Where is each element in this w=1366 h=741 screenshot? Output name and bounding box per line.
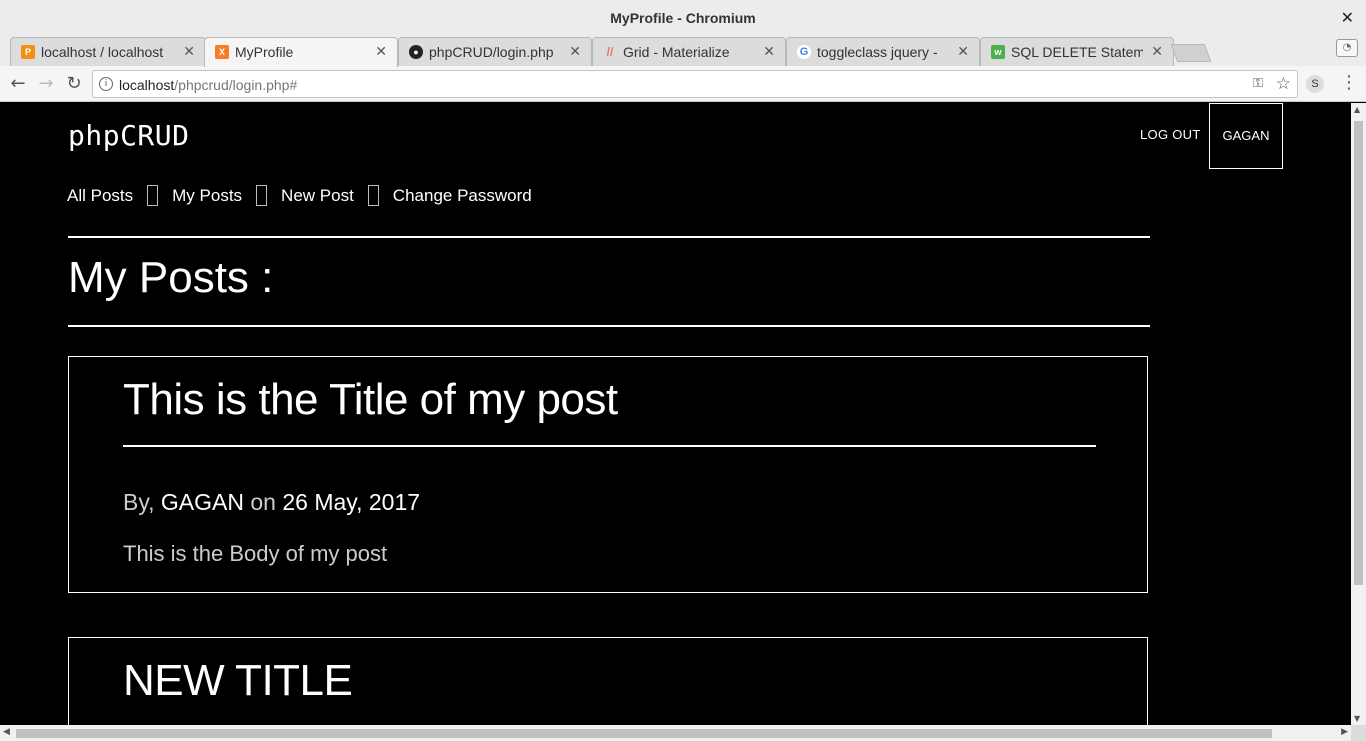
nav-new-post[interactable]: New Post (281, 186, 354, 206)
logout-link[interactable]: LOG OUT (1140, 127, 1201, 142)
profile-icon[interactable]: ◔ (1336, 39, 1358, 57)
info-icon[interactable]: i (99, 77, 113, 91)
phpmyadmin-icon: P (21, 45, 35, 59)
tab-close-icon[interactable]: ✕ (375, 43, 387, 60)
forward-arrow-icon[interactable]: → (34, 72, 58, 96)
xampp-icon: X (215, 45, 229, 59)
divider (68, 325, 1150, 327)
on-label: on (250, 489, 276, 515)
reload-icon[interactable]: ↻ (62, 72, 86, 96)
site-brand[interactable]: phpCRUD (68, 119, 190, 152)
menu-icon[interactable]: ⋮ (1340, 72, 1358, 93)
tab-materialize[interactable]: // Grid - Materialize ✕ (592, 37, 786, 66)
nav-change-password[interactable]: Change Password (393, 186, 532, 206)
scrollbar-thumb[interactable] (1354, 121, 1363, 585)
address-url[interactable]: localhost/phpcrud/login.php# (119, 77, 297, 93)
post-date: 26 May, 2017 (282, 489, 421, 515)
materialize-icon: // (606, 45, 614, 59)
nav-separator (367, 185, 379, 207)
tab-w3schools[interactable]: w SQL DELETE Statem ✕ (980, 37, 1174, 66)
tab-github[interactable]: ● phpCRUD/login.php ✕ (398, 37, 592, 66)
tab-close-icon[interactable]: ✕ (957, 43, 969, 60)
post-divider (123, 445, 1096, 447)
window-titlebar: MyProfile - Chromium ✕ (0, 0, 1366, 36)
google-icon: G (797, 45, 811, 59)
scroll-left-icon[interactable]: ◀ (3, 727, 10, 737)
page-viewport: phpCRUD LOG OUT GAGAN All Posts My Posts N… (0, 103, 1351, 725)
tab-label: MyProfile (235, 44, 294, 60)
post-title: NEW TITLE (123, 656, 353, 705)
nav-separator (256, 185, 268, 207)
nav-my-posts[interactable]: My Posts (172, 186, 242, 206)
key-icon[interactable]: ⚿ (1253, 76, 1263, 91)
tab-close-icon[interactable]: ✕ (183, 43, 195, 60)
scroll-right-icon[interactable]: ▶ (1341, 727, 1348, 737)
tab-label: SQL DELETE Statem (1011, 44, 1143, 60)
divider (68, 236, 1150, 238)
tab-myprofile[interactable]: X MyProfile ✕ (204, 37, 398, 67)
post-card: This is the Title of my post By, GAGAN o… (68, 356, 1148, 593)
post-author: GAGAN (160, 489, 244, 515)
tab-label: toggleclass jquery - (817, 44, 938, 60)
by-label: By, (123, 489, 155, 515)
vertical-scrollbar[interactable]: ▲ ▼ (1351, 103, 1366, 725)
scrollbar-thumb[interactable] (16, 729, 1272, 738)
address-bar[interactable]: i localhost/phpcrud/login.php# ⚿ ☆ (92, 70, 1298, 98)
tab-close-icon[interactable]: ✕ (763, 43, 775, 60)
bookmark-star-icon[interactable]: ☆ (1276, 74, 1291, 94)
tab-label: localhost / localhost (41, 44, 164, 60)
site-nav: All Posts My Posts New Post Change Password (67, 185, 532, 207)
tab-google[interactable]: G toggleclass jquery - ✕ (786, 37, 980, 66)
tab-localhost[interactable]: P localhost / localhost ✕ (10, 37, 206, 66)
tab-close-icon[interactable]: ✕ (569, 43, 581, 60)
nav-separator (147, 185, 159, 207)
user-button[interactable]: GAGAN (1209, 103, 1283, 169)
horizontal-scrollbar[interactable]: ◀ ▶ (0, 725, 1366, 741)
tab-label: Grid - Materialize (623, 44, 730, 60)
page-title: My Posts : (68, 253, 274, 302)
tab-label: phpCRUD/login.php (429, 44, 554, 60)
scrollbar-corner (1351, 725, 1366, 741)
browser-toolbar: ← → ↻ i localhost/phpcrud/login.php# ⚿ ☆… (0, 66, 1366, 102)
tab-strip: P localhost / localhost ✕ X MyProfile ✕ … (0, 36, 1366, 67)
nav-all-posts[interactable]: All Posts (67, 186, 133, 206)
post-title: This is the Title of my post (123, 375, 618, 424)
new-tab-button[interactable] (1170, 44, 1212, 62)
window-title: MyProfile - Chromium (610, 10, 756, 26)
w3schools-icon: w (991, 45, 1005, 59)
post-card: NEW TITLE (68, 637, 1148, 725)
tab-close-icon[interactable]: ✕ (1151, 43, 1163, 60)
back-arrow-icon[interactable]: ← (6, 72, 30, 96)
window-close-icon[interactable]: ✕ (1341, 8, 1354, 27)
extension-icon[interactable]: S (1306, 75, 1324, 93)
scroll-down-icon[interactable]: ▼ (1354, 714, 1360, 723)
post-meta: By, GAGAN on 26 May, 2017 (123, 489, 420, 516)
scroll-up-icon[interactable]: ▲ (1354, 105, 1360, 114)
post-body: This is the Body of my post (123, 541, 388, 566)
github-icon: ● (409, 45, 423, 59)
